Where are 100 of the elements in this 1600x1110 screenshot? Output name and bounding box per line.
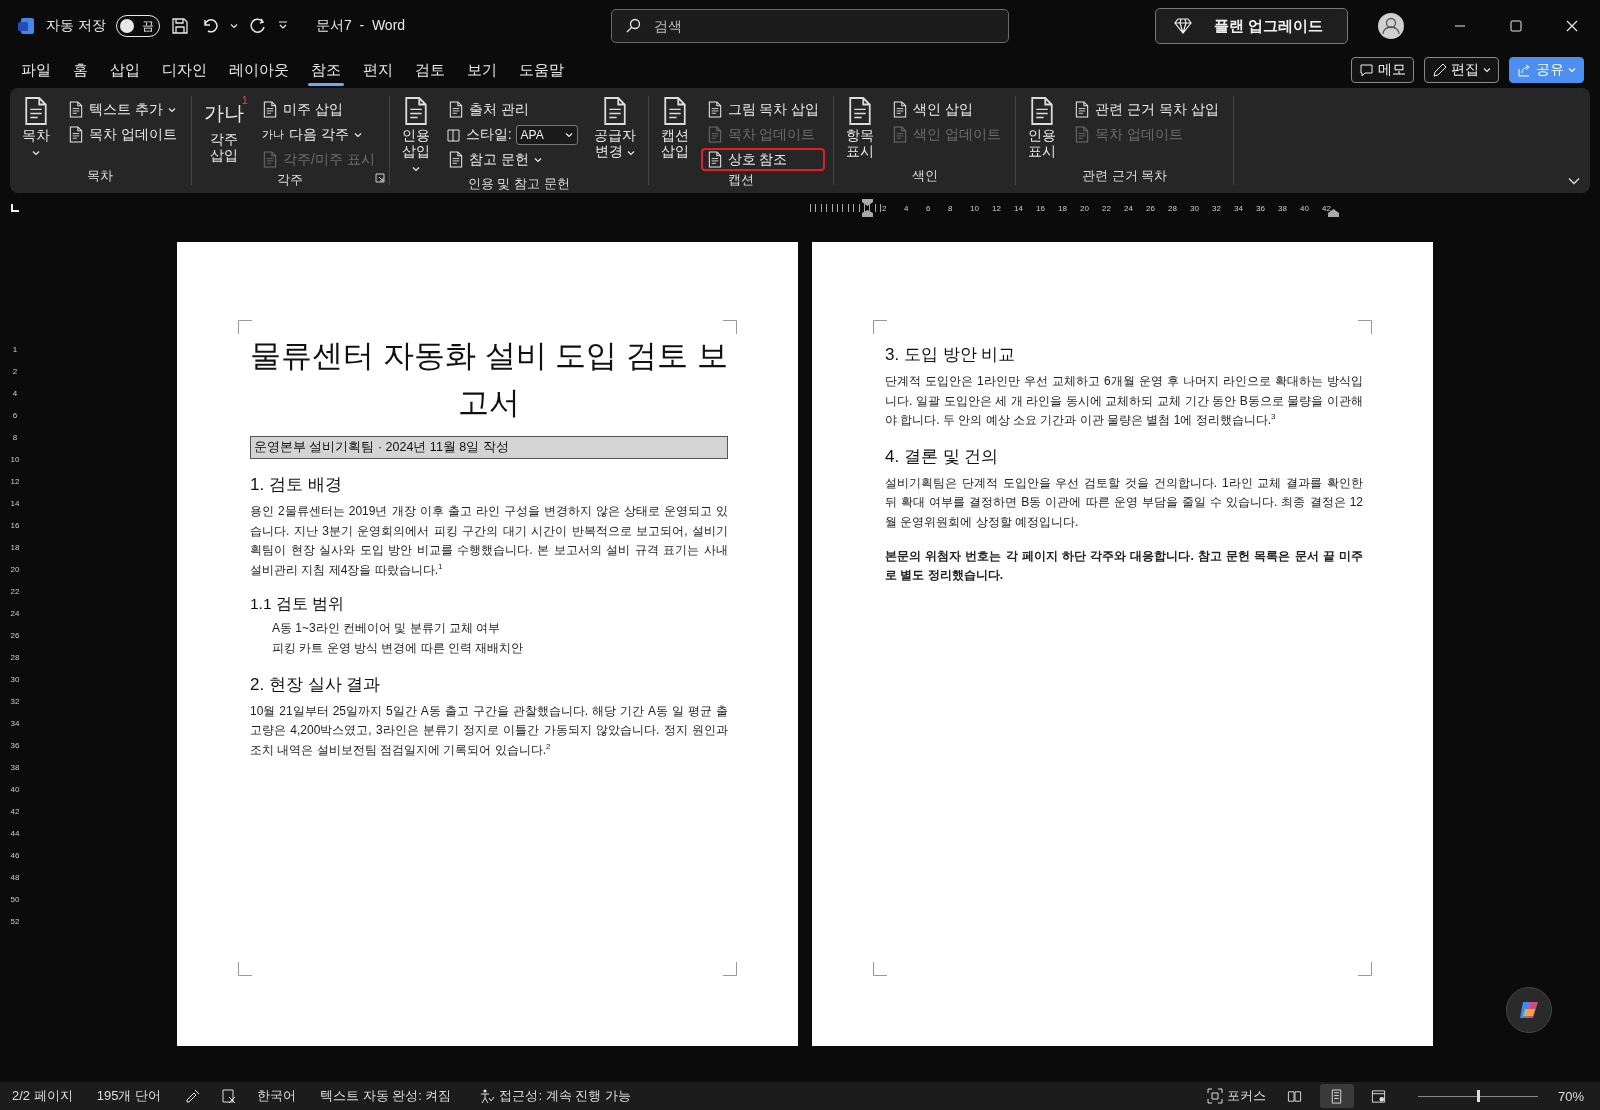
ribbon-large-command[interactable]: 캡션 삽입 (656, 96, 693, 171)
corner-mark (238, 320, 252, 334)
search-icon (625, 18, 641, 34)
subsection-heading: 1.1 검토 범위 (250, 594, 346, 615)
section-heading: 2. 현장 실사 결과 (250, 673, 382, 696)
close-icon (1565, 19, 1579, 33)
save-icon[interactable] (169, 16, 190, 36)
focus-button[interactable]: 포커스 (1202, 1084, 1270, 1108)
print-view-button[interactable] (1319, 1084, 1354, 1108)
document-icon (261, 101, 278, 118)
accessibility-status[interactable]: 접근성: 계속 진행 가능 (475, 1084, 635, 1108)
proofing-icon[interactable] (185, 1088, 201, 1104)
paragraph: 용인 2물류센터는 2019년 개장 이후 출고 라인 구성을 변경하지 않은 상태로 운영되고 있습니다. 지난 3분기 운영회의에서 피킹 구간의 대기 시간이 반복적으로 보고되어, 설비기획팀이 현장 실사와 도입 방안 비교를 수행했습니다. 본 보고서의 설비 규격 표기는 사내 설비관리 지침 제4장을 따랐습니다.$^{1}$ (250, 503, 728, 579)
copilot-button[interactable] (1506, 987, 1552, 1033)
paragraph: 본문의 위첨자 번호는 각 페이지 하단 각주와 대응합니다. 참고 문헌 목록은 문서 끝 미주로 별도 정리했습니다. (885, 547, 1363, 585)
ribbon-command[interactable]: 그림 목차 삽입 (700, 98, 826, 121)
zoom-level[interactable]: 70% (1557, 1088, 1584, 1104)
corner-mark (873, 320, 887, 334)
focus-icon (1206, 1088, 1223, 1104)
paragraph: 10월 21일부터 25일까지 5일간 A동 출고 구간을 관찰했습니다. 해당 기간 A동 일 평균 출고량은 4,200박스였고, 3라인은 분류기 정지로 이틀간 가동되지 않았습니다. 정지 원인과 조치 내역은 설비보전팀 점검일지에 기록되어 있습니다.$^{2}$ (250, 702, 728, 759)
zoom-slider[interactable] (1417, 1089, 1538, 1103)
autosave-label: 자동 저장 (46, 17, 106, 35)
window-title: 문서7 - Word (315, 17, 406, 35)
document-icon (447, 151, 464, 168)
comment-icon (1359, 62, 1374, 78)
document-icon (706, 101, 723, 118)
style-label: 스타일: (465, 125, 512, 144)
document-icon (68, 101, 84, 118)
ribbon-tab[interactable]: 도움말 (508, 54, 575, 86)
pencil-icon (1432, 62, 1447, 78)
redo-icon[interactable] (247, 16, 268, 36)
indent-marker-icon[interactable] (862, 199, 873, 217)
page-count[interactable]: 2/2 페이지 (12, 1087, 73, 1105)
ribbon-command[interactable]: 관련 근거 목차 삽입 (1068, 98, 1225, 121)
caret-icon (626, 150, 635, 157)
ribbon-large-command[interactable]: 인용 표시 (1024, 96, 1061, 167)
ribbon-large-command[interactable]: 공급자 변경 (589, 96, 640, 176)
ribbon-command[interactable]: 텍스트 추가 (62, 98, 183, 121)
document-icon (68, 126, 84, 143)
section-heading: 4. 결론 및 건의 (885, 445, 1000, 468)
document-icon (1029, 96, 1056, 126)
document-icon (661, 96, 688, 126)
ribbon-tab[interactable]: 파일 (10, 54, 62, 86)
ribbon-command[interactable]: 출처 관리 (441, 98, 582, 121)
caret-icon (1483, 67, 1491, 73)
corner-mark (238, 962, 252, 976)
word-count[interactable]: 195개 단어 (96, 1087, 161, 1105)
ribbon-tab[interactable]: 참조 (300, 54, 352, 86)
corner-mark (1358, 962, 1372, 976)
document-icon (892, 101, 909, 118)
ribbon-tab[interactable]: 보기 (456, 54, 508, 86)
ribbon-large-command[interactable]: 목차 (18, 96, 54, 167)
undo-menu-caret-icon (229, 23, 238, 29)
document-icon (892, 126, 909, 143)
upgrade-button[interactable]: 플랜 업그레이드 (1154, 8, 1348, 44)
group-label: 인용 및 참고 문헌 (467, 175, 570, 194)
ribbon-command[interactable]: 목차 업데이트 (62, 123, 183, 146)
accessibility-icon (479, 1088, 496, 1104)
ribbon-large-command[interactable]: 항목 표시 (842, 96, 879, 167)
document-icon (261, 151, 278, 168)
section-heading: 3. 도입 방안 비교 (885, 344, 1017, 366)
document-icon (847, 96, 874, 126)
section-heading: 1. 검토 배경 (250, 474, 343, 496)
ribbon-tab[interactable]: 디자인 (151, 54, 218, 86)
ribbon-tab[interactable]: 홈 (62, 54, 99, 86)
document-icon (1074, 101, 1091, 118)
ribbon-command[interactable]: 가나 다음 각주 (255, 123, 381, 146)
language-label[interactable]: 한국어 (257, 1087, 296, 1105)
avatar-icon[interactable] (1378, 13, 1404, 39)
corner-mark (723, 320, 737, 334)
document-icon (706, 126, 723, 143)
collapse-ribbon-icon[interactable] (1568, 177, 1580, 185)
search-field[interactable]: 검색 (611, 9, 1009, 43)
style-dropdown[interactable]: APA (515, 124, 578, 145)
group-label: 각주 (277, 171, 304, 189)
ribbon-large-command[interactable]: 인용 삽입 (397, 96, 434, 176)
book-icon (445, 126, 462, 143)
group-label: 관련 근거 목차 (1081, 167, 1168, 185)
caret-icon (533, 156, 542, 163)
autocomplete-status[interactable]: 텍스트 자동 완성: 켜짐 (320, 1087, 452, 1105)
document-icon (23, 96, 49, 126)
track-changes-icon[interactable] (221, 1088, 237, 1104)
ribbon-tab[interactable]: 레이아웃 (218, 54, 300, 86)
ribbon-tab[interactable]: 삽입 (99, 54, 151, 86)
tab-selector-icon[interactable] (11, 204, 19, 212)
ribbon-command[interactable]: 미주 삽입 (255, 98, 381, 121)
ribbon-command[interactable]: 상호 참조 (700, 148, 826, 171)
caret-icon (32, 150, 40, 157)
ribbon-command[interactable]: 색인 삽입 (886, 98, 1008, 121)
ribbon-tab[interactable]: 편지 (352, 54, 404, 86)
caret-icon (167, 106, 176, 113)
share-icon (1517, 62, 1532, 78)
dialog-launcher-icon[interactable] (374, 173, 385, 183)
comment-button[interactable]: 메모 (1351, 57, 1414, 83)
document-icon (706, 151, 723, 168)
ribbon-command[interactable]: 참고 문헌 (441, 148, 582, 171)
ribbon-tab[interactable]: 검토 (404, 54, 456, 86)
edit-button[interactable]: 편집 (1424, 57, 1499, 83)
scope-item: 피킹 카트 운영 방식 변경에 따른 인력 재배치안 (271, 639, 525, 657)
app-logo-icon (16, 16, 36, 36)
